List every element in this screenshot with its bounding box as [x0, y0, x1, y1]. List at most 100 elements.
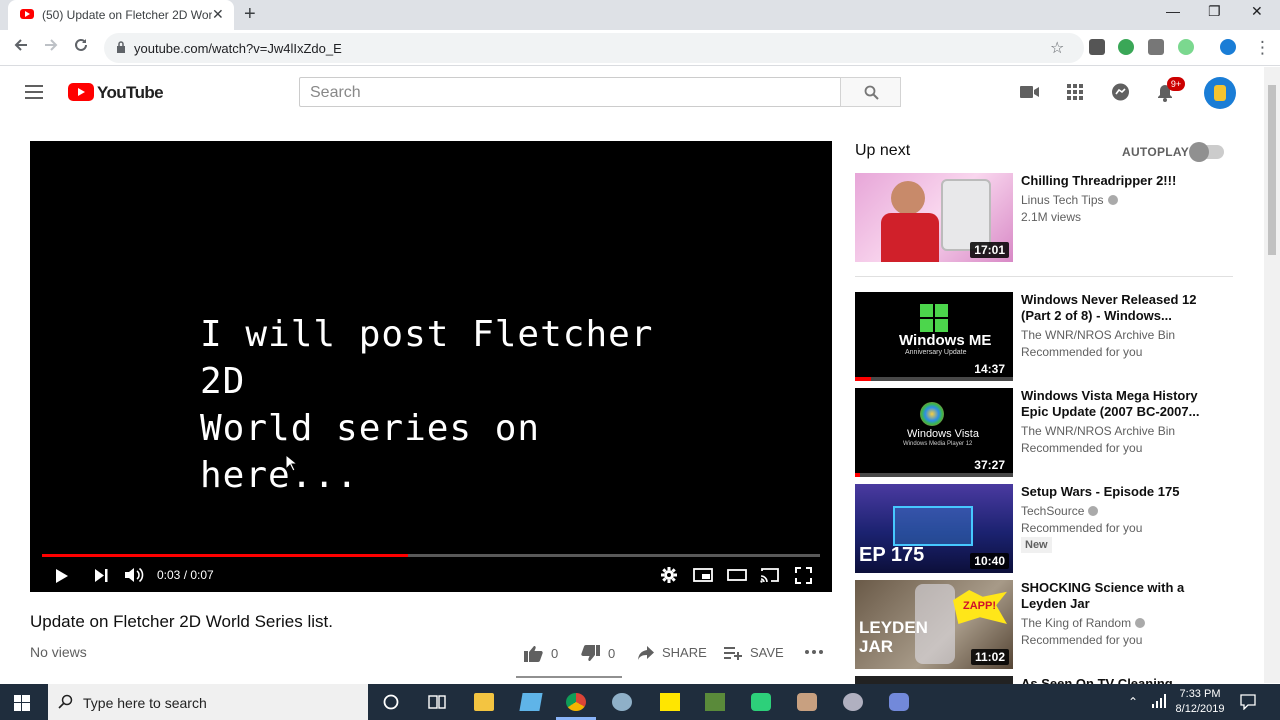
video-card-title[interactable]: Windows Vista Mega History Epic Update (… — [1021, 388, 1211, 420]
search-button[interactable] — [840, 77, 901, 107]
video-thumbnail[interactable]: Windows ME Anniversary Update 14:37 — [855, 292, 1013, 381]
channel-name[interactable]: The WNR/NROS Archive Bin — [1021, 328, 1175, 342]
dislike-count: 0 — [608, 646, 616, 661]
file-explorer-icon[interactable] — [474, 693, 494, 711]
taskbar-search-box[interactable]: Type here to search — [48, 684, 368, 720]
app-brush-icon[interactable] — [797, 693, 817, 711]
watched-progress — [855, 377, 871, 381]
close-window-icon[interactable]: ✕ — [1251, 3, 1263, 20]
channel-name[interactable]: The King of Random — [1021, 616, 1146, 630]
video-player[interactable]: I will post Fletcher 2D World series on … — [30, 141, 832, 592]
messages-icon[interactable] — [1111, 83, 1130, 102]
discord-icon[interactable] — [889, 693, 909, 711]
minimize-icon[interactable]: — — [1166, 3, 1180, 19]
reload-icon[interactable] — [73, 37, 89, 53]
cast-icon[interactable] — [760, 567, 780, 583]
save-button[interactable]: SAVE — [724, 645, 784, 660]
thumbnail-monitor — [893, 506, 973, 546]
video-card-title[interactable]: Windows Never Released 12 (Part 2 of 8) … — [1021, 292, 1211, 324]
minecraft-icon[interactable] — [705, 693, 725, 711]
account-avatar[interactable] — [1204, 77, 1236, 109]
recommended-video-card[interactable]: ZAPP! LEYDEN JAR 11:02 SHOCKING Science … — [855, 580, 1235, 670]
video-thumbnail[interactable]: EP 175 10:40 — [855, 484, 1013, 573]
channel-name[interactable]: The WNR/NROS Archive Bin — [1021, 424, 1175, 438]
tab-close-icon[interactable]: ✕ — [212, 6, 224, 23]
action-center-icon[interactable] — [1240, 694, 1256, 710]
new-tab-icon[interactable]: + — [244, 3, 256, 26]
miniplayer-icon[interactable] — [693, 568, 713, 582]
windows-start-icon[interactable] — [14, 695, 30, 711]
share-label: SHARE — [662, 645, 707, 660]
extension-badge-icon[interactable] — [1118, 39, 1134, 55]
apps-grid-icon[interactable] — [1067, 84, 1083, 100]
video-title: Update on Fletcher 2D World Series list. — [30, 612, 333, 631]
dislike-button[interactable]: 0 — [581, 645, 615, 662]
video-card-title[interactable]: As Seen On TV Cleaning — [1021, 676, 1211, 684]
volume-icon[interactable] — [125, 567, 144, 583]
video-duration: 17:01 — [970, 242, 1009, 258]
search-input[interactable]: Search — [299, 77, 841, 107]
cortana-icon[interactable] — [382, 693, 402, 711]
recommended-video-card[interactable]: Windows Vista Windows Media Player 12 37… — [855, 388, 1235, 478]
thumbnail-text: Windows ME — [899, 332, 992, 349]
video-card-title[interactable]: SHOCKING Science with a Leyden Jar — [1021, 580, 1211, 612]
chrome-menu-icon[interactable]: ⋮ — [1254, 38, 1271, 58]
app-tool-icon[interactable] — [843, 693, 863, 711]
play-icon[interactable] — [55, 568, 69, 584]
video-card-title[interactable]: Chilling Threadripper 2!!! — [1021, 173, 1211, 189]
recommended-video-card[interactable]: EP 175 10:40 Setup Wars - Episode 175 Te… — [855, 484, 1235, 574]
settings-gear-icon[interactable] — [661, 567, 677, 583]
next-video-icon[interactable] — [94, 569, 108, 582]
extension-circle-icon[interactable] — [1178, 39, 1194, 55]
more-actions-icon[interactable] — [805, 650, 823, 654]
fullscreen-icon[interactable] — [795, 567, 812, 584]
page-scrollbar[interactable] — [1264, 67, 1280, 683]
share-button[interactable]: SHARE — [638, 645, 707, 660]
view-count: No views — [30, 644, 87, 660]
autoplay-toggle[interactable] — [1189, 142, 1224, 162]
hamburger-menu-icon[interactable] — [25, 85, 43, 99]
forward-icon[interactable] — [43, 37, 59, 53]
theater-mode-icon[interactable] — [727, 569, 747, 581]
video-thumbnail[interactable]: Windows Vista Windows Media Player 12 37… — [855, 388, 1013, 477]
extension-camera-icon[interactable] — [1148, 39, 1164, 55]
windows-taskbar: Type here to search ⌃ 7:33 PM 8/12/2019 — [0, 684, 1280, 720]
chrome-taskbar-icon[interactable] — [566, 693, 586, 711]
recommended-video-card[interactable]: As Seen On TV Cleaning — [855, 676, 1235, 684]
app-green-icon[interactable] — [751, 693, 771, 711]
browser-tab[interactable]: (50) Update on Fletcher 2D World Series … — [8, 0, 234, 30]
restore-icon[interactable]: ❐ — [1208, 3, 1221, 20]
video-thumbnail[interactable] — [855, 676, 1013, 684]
video-meta: Recommended for you — [1021, 441, 1143, 455]
like-button[interactable]: 0 — [524, 645, 558, 662]
sentiment-bar — [516, 676, 622, 678]
channel-name[interactable]: Linus Tech Tips — [1021, 193, 1118, 207]
extension-icon[interactable] — [1089, 39, 1105, 55]
channel-name-text: The King of Random — [1021, 616, 1132, 630]
sticky-notes-icon[interactable] — [660, 693, 680, 711]
profile-icon[interactable] — [1220, 39, 1236, 55]
tray-expand-icon[interactable]: ⌃ — [1128, 695, 1138, 709]
recommended-video-card[interactable]: Windows ME Anniversary Update 14:37 Wind… — [855, 292, 1235, 382]
video-thumbnail[interactable]: ZAPP! LEYDEN JAR 11:02 — [855, 580, 1013, 669]
progress-bar[interactable] — [42, 554, 820, 557]
thumbnail-text: Windows Vista — [907, 428, 979, 440]
bookmark-star-icon[interactable]: ☆ — [1050, 38, 1064, 58]
recommended-video-card[interactable]: 17:01 Chilling Threadripper 2!!! Linus T… — [855, 173, 1235, 263]
add-to-playlist-icon — [724, 646, 742, 660]
paint-icon[interactable] — [612, 693, 632, 711]
youtube-masthead: YouTube Search 9+ — [0, 67, 1264, 119]
video-card-title[interactable]: Setup Wars - Episode 175 — [1021, 484, 1211, 500]
channel-name[interactable]: TechSource — [1021, 504, 1099, 518]
network-icon[interactable] — [1152, 694, 1166, 708]
taskbar-clock[interactable]: 7:33 PM 8/12/2019 — [1170, 687, 1230, 717]
notepad-icon[interactable] — [519, 693, 543, 711]
back-icon[interactable] — [13, 37, 29, 53]
create-video-icon[interactable] — [1020, 85, 1040, 99]
lock-icon[interactable] — [116, 41, 126, 53]
task-view-icon[interactable] — [427, 693, 447, 711]
video-thumbnail[interactable]: 17:01 — [855, 173, 1013, 262]
scrollbar-thumb[interactable] — [1268, 85, 1276, 255]
address-bar[interactable]: youtube.com/watch?v=Jw4lIxZdo_E ☆ — [104, 33, 1084, 63]
thumbnail-person-head — [891, 181, 925, 215]
